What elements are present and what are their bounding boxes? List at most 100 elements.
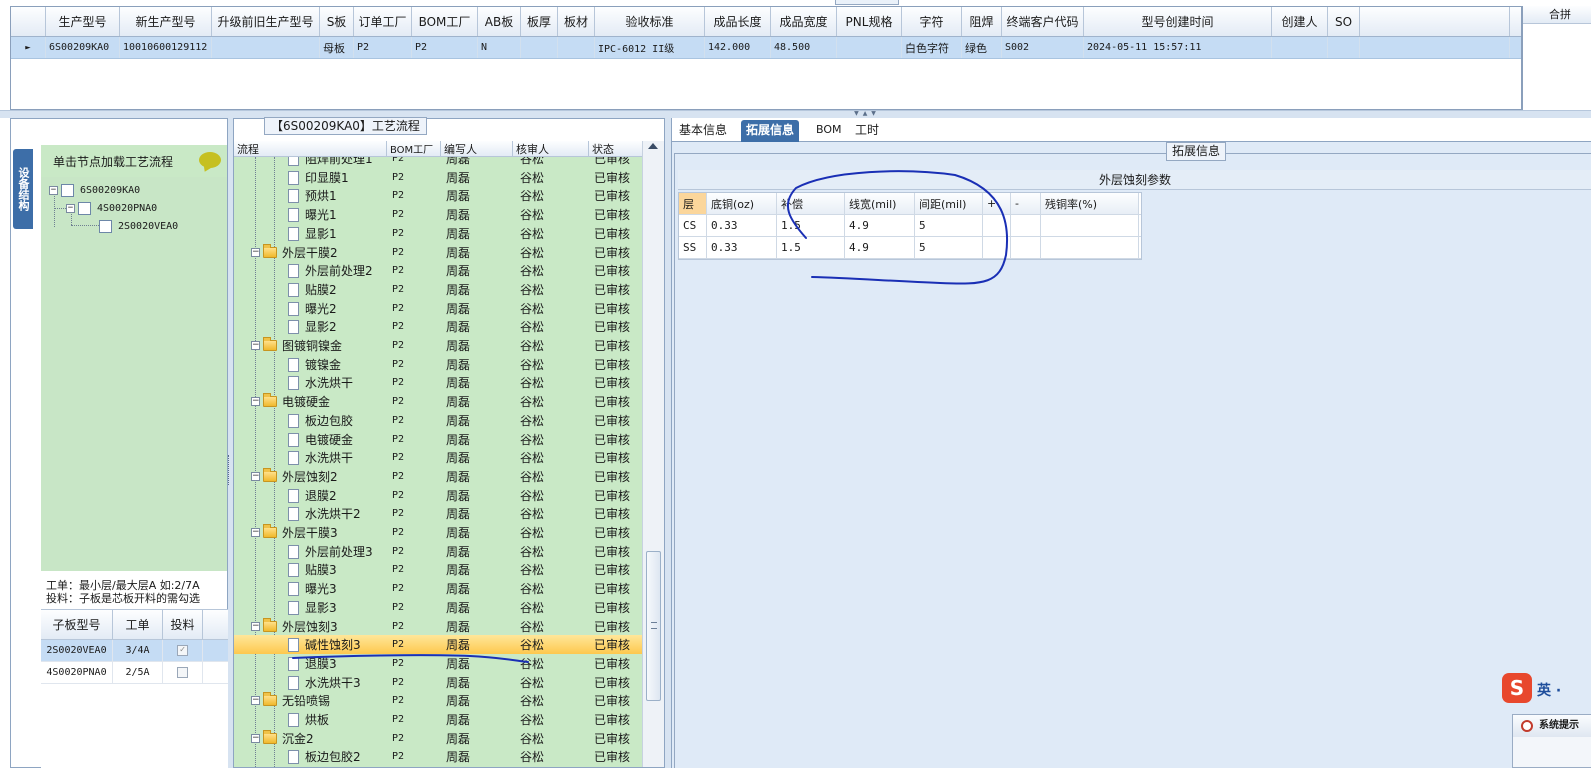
flow-step-row[interactable]: 碱性蚀刻3 P2 周磊 谷松 已审核 bbox=[234, 635, 642, 654]
column-header[interactable]: 间距(mil) bbox=[915, 193, 983, 214]
flow-step-row[interactable]: 外层前处理2 P2 周磊 谷松 已审核 bbox=[234, 261, 642, 280]
flow-step-row[interactable]: 板边包胶 P2 周磊 谷松 已审核 bbox=[234, 411, 642, 430]
vertical-tab-structure[interactable]: 设备结构 bbox=[13, 149, 33, 229]
flow-step-row[interactable]: 贴膜3 P2 周磊 谷松 已审核 bbox=[234, 560, 642, 579]
column-header[interactable]: 创建人 bbox=[1272, 7, 1328, 36]
flow-step-row[interactable]: 烘板 P2 周磊 谷松 已审核 bbox=[234, 710, 642, 729]
tree-node-leaf[interactable]: 2S0020VEA0 bbox=[99, 220, 178, 233]
column-header[interactable]: 生产型号 bbox=[46, 7, 120, 36]
collapse-icon[interactable]: − bbox=[251, 696, 260, 705]
column-header[interactable]: 成品宽度 bbox=[771, 7, 837, 36]
tab-basic-info[interactable]: 基本信息 bbox=[674, 120, 732, 142]
column-header[interactable]: 升级前旧生产型号 bbox=[212, 7, 320, 36]
horizontal-splitter[interactable] bbox=[0, 110, 1591, 118]
flow-step-row[interactable]: 退膜2 P2 周磊 谷松 已审核 bbox=[234, 486, 642, 505]
flow-step-row[interactable]: 水洗烘干 P2 周磊 谷松 已审核 bbox=[234, 373, 642, 392]
flow-step-row[interactable]: 外层前处理3 P2 周磊 谷松 已审核 bbox=[234, 542, 642, 561]
column-header[interactable]: BOM工厂 bbox=[412, 7, 478, 36]
etch-row[interactable]: SS 0.33 1.5 4.9 5 bbox=[679, 237, 1141, 259]
flow-group-row[interactable]: − 图镀铜镍金 P2 周磊 谷松 已审核 bbox=[234, 336, 642, 355]
ime-mode-label[interactable]: 英 · bbox=[1537, 680, 1561, 700]
flow-step-row[interactable]: 板边包胶2 P2 周磊 谷松 已审核 bbox=[234, 747, 642, 766]
column-header[interactable]: 订单工厂 bbox=[354, 7, 412, 36]
flow-group-row[interactable]: − 电镀硬金 P2 周磊 谷松 已审核 bbox=[234, 392, 642, 411]
column-header[interactable]: 新生产型号 bbox=[120, 7, 212, 36]
flow-step-row[interactable]: 贴膜2 P2 周磊 谷松 已审核 bbox=[234, 280, 642, 299]
flow-step-row[interactable]: 退膜3 P2 周磊 谷松 已审核 bbox=[234, 654, 642, 673]
tree-node-root[interactable]: − 6S00209KA0 bbox=[49, 184, 140, 197]
feed-checkbox[interactable]: ✓ bbox=[177, 645, 188, 656]
flow-step-row[interactable]: 显影1 P2 周磊 谷松 已审核 bbox=[234, 224, 642, 243]
collapse-icon[interactable]: − bbox=[251, 248, 260, 257]
model-grid-row[interactable]: ► 6S00209KA0 10010600129112 母板 P2 P2 N IPC-6012… bbox=[11, 37, 1521, 59]
column-header[interactable]: BOM工厂 bbox=[387, 141, 441, 156]
collapse-icon[interactable]: − bbox=[49, 186, 58, 195]
tab-work-hours[interactable]: 工时 bbox=[850, 120, 884, 142]
system-prompt-window[interactable]: 系统提示 bbox=[1512, 714, 1591, 768]
scroll-up-icon[interactable] bbox=[648, 143, 658, 149]
flow-group-row[interactable]: − 外层蚀刻3 P2 周磊 谷松 已审核 bbox=[234, 617, 642, 636]
flow-step-row[interactable]: 曝光3 P2 周磊 谷松 已审核 bbox=[234, 579, 642, 598]
flow-step-row[interactable]: 曝光1 P2 周磊 谷松 已审核 bbox=[234, 205, 642, 224]
column-header[interactable]: SO bbox=[1328, 7, 1360, 36]
column-header[interactable]: 补偿 bbox=[777, 193, 845, 214]
collapse-icon[interactable]: − bbox=[66, 204, 75, 213]
column-header[interactable]: 底铜(oz) bbox=[707, 193, 777, 214]
column-header[interactable]: 投料 bbox=[163, 610, 203, 639]
flow-step-row[interactable]: 阻焊前处理1 P2 周磊 谷松 已审核 bbox=[234, 157, 642, 168]
ime-logo-icon[interactable]: S bbox=[1502, 673, 1532, 703]
flow-step-row[interactable]: 显影3 P2 周磊 谷松 已审核 bbox=[234, 598, 642, 617]
column-header[interactable]: 字符 bbox=[902, 7, 962, 36]
flow-group-row[interactable]: − 外层蚀刻2 P2 周磊 谷松 已审核 bbox=[234, 467, 642, 486]
column-header[interactable]: 型号创建时间 bbox=[1084, 7, 1272, 36]
collapse-icon[interactable]: − bbox=[251, 397, 260, 406]
flow-step-row[interactable]: 曝光2 P2 周磊 谷松 已审核 bbox=[234, 299, 642, 318]
flow-step-row[interactable]: 水洗烘干2 P2 周磊 谷松 已审核 bbox=[234, 504, 642, 523]
etch-row[interactable]: CS 0.33 1.5 4.9 5 bbox=[679, 215, 1141, 237]
sub-board-row[interactable]: 2S0020VEA0 3/4A ✓ bbox=[41, 640, 229, 662]
flow-group-row[interactable]: − 外层干膜2 P2 周磊 谷松 已审核 bbox=[234, 243, 642, 262]
vertical-scrollbar[interactable] bbox=[642, 141, 664, 767]
column-header[interactable] bbox=[11, 7, 46, 36]
column-header[interactable]: 板厚 bbox=[521, 7, 558, 36]
column-header[interactable]: 线宽(mil) bbox=[845, 193, 915, 214]
tree-node-child[interactable]: − 4S0020PNA0 bbox=[66, 202, 157, 215]
column-header[interactable]: 状态 bbox=[589, 141, 642, 156]
column-header[interactable]: 子板型号 bbox=[41, 610, 113, 639]
sub-board-row[interactable]: 4S0020PNA0 2/5A bbox=[41, 662, 229, 684]
flow-step-row[interactable]: 显影2 P2 周磊 谷松 已审核 bbox=[234, 317, 642, 336]
flow-step-row[interactable]: 水洗烘干 P2 周磊 谷松 已审核 bbox=[234, 448, 642, 467]
flow-step-row[interactable]: 电镀硬金 P2 周磊 谷松 已审核 bbox=[234, 430, 642, 449]
column-header[interactable]: 残铜率(%) bbox=[1041, 193, 1139, 214]
column-header[interactable]: S板 bbox=[320, 7, 354, 36]
column-header[interactable]: AB板 bbox=[478, 7, 521, 36]
column-header[interactable]: 核审人 bbox=[513, 141, 589, 156]
tab-extended-info[interactable]: 拓展信息 bbox=[741, 120, 800, 142]
top-splitter-tab[interactable] bbox=[835, 0, 899, 5]
splitter-grip-icon[interactable]: ▼▲▼ bbox=[836, 111, 898, 117]
flow-step-row[interactable]: 水洗烘干3 P2 周磊 谷松 已审核 bbox=[234, 673, 642, 692]
flow-step-row[interactable]: 预烘1 P2 周磊 谷松 已审核 bbox=[234, 186, 642, 205]
feed-checkbox[interactable] bbox=[177, 667, 188, 678]
scrollbar-thumb[interactable] bbox=[646, 551, 661, 701]
column-header[interactable]: 板材 bbox=[558, 7, 595, 36]
flow-step-row[interactable]: 印显膜1 P2 周磊 谷松 已审核 bbox=[234, 168, 642, 187]
column-header[interactable]: 验收标准 bbox=[595, 7, 705, 36]
tab-bom[interactable]: BOM bbox=[811, 120, 847, 142]
flow-step-row[interactable]: 镀镍金 P2 周磊 谷松 已审核 bbox=[234, 355, 642, 374]
column-header[interactable]: + bbox=[983, 193, 1011, 214]
column-header[interactable]: 终端客户代码 bbox=[1002, 7, 1084, 36]
collapse-icon[interactable]: − bbox=[251, 528, 260, 537]
column-header[interactable]: - bbox=[1011, 193, 1041, 214]
column-header[interactable]: 阻焊 bbox=[962, 7, 1002, 36]
flow-group-row[interactable]: − 外层干膜3 P2 周磊 谷松 已审核 bbox=[234, 523, 642, 542]
collapse-icon[interactable]: − bbox=[251, 472, 260, 481]
flow-group-row[interactable]: − 沉金2 P2 周磊 谷松 已审核 bbox=[234, 729, 642, 748]
column-header[interactable]: 编写人 bbox=[441, 141, 513, 156]
collapse-icon[interactable]: − bbox=[251, 341, 260, 350]
column-header[interactable]: 流程 bbox=[234, 141, 387, 156]
column-header[interactable]: 成品长度 bbox=[705, 7, 771, 36]
flow-group-row[interactable]: − 无铅喷锡 P2 周磊 谷松 已审核 bbox=[234, 691, 642, 710]
column-header[interactable]: PNL规格 bbox=[837, 7, 902, 36]
column-header[interactable]: 层 bbox=[679, 193, 707, 214]
